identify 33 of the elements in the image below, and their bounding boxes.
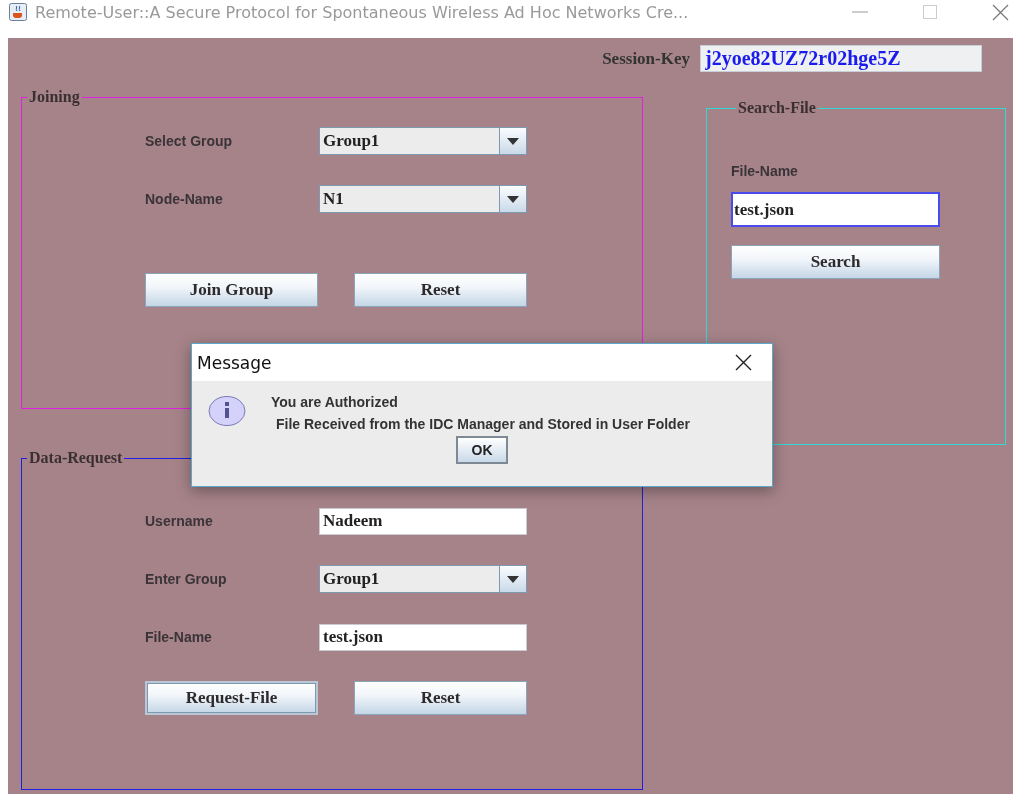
message-text: You are Authorized [271,394,399,410]
caret-icon [507,195,519,203]
dropdown[interactable]: Group1 [319,565,527,593]
session-key-field[interactable]: j2yoe82UZ72r02hge5Z [700,45,982,72]
caret-icon [507,137,519,145]
message-text: File Received from the IDC Manager and Stored in User Folder [276,416,690,432]
field-label: Node-Name [145,191,224,207]
panel-title: Search-File [737,99,817,117]
ok-button[interactable]: OK [456,436,508,464]
session-key-label: Session-Key [602,48,690,69]
panel-title: Joining [28,88,81,106]
close-icon[interactable] [735,354,752,371]
dropdown[interactable]: N1 [319,185,527,213]
field-label: Enter Group [145,571,228,587]
dialog-title: Message [197,352,272,373]
field-label: Username [145,513,214,529]
action-button[interactable]: Search [731,245,940,279]
action-button[interactable]: Reset [354,681,527,715]
action-button[interactable]: Join Group [145,273,318,307]
panel-title: Data-Request [28,449,124,467]
caret-icon [507,575,519,583]
info-icon [208,395,246,427]
dropdown[interactable]: Group1 [319,127,527,155]
action-button[interactable]: Request-File [145,681,318,715]
field-label: Select Group [145,133,234,149]
app-icon [9,3,27,21]
input-field[interactable]: test.json [731,192,940,227]
window-title: Remote-User::A Secure Protocol for Spontaneous Wireless Ad Hoc Networks Cre... [35,2,689,22]
input-field[interactable]: Nadeem [319,507,527,535]
field-label: File-Name [145,629,213,645]
action-button[interactable]: Reset [354,273,527,307]
field-label: File-Name [731,163,798,179]
input-field[interactable]: test.json [319,623,527,651]
